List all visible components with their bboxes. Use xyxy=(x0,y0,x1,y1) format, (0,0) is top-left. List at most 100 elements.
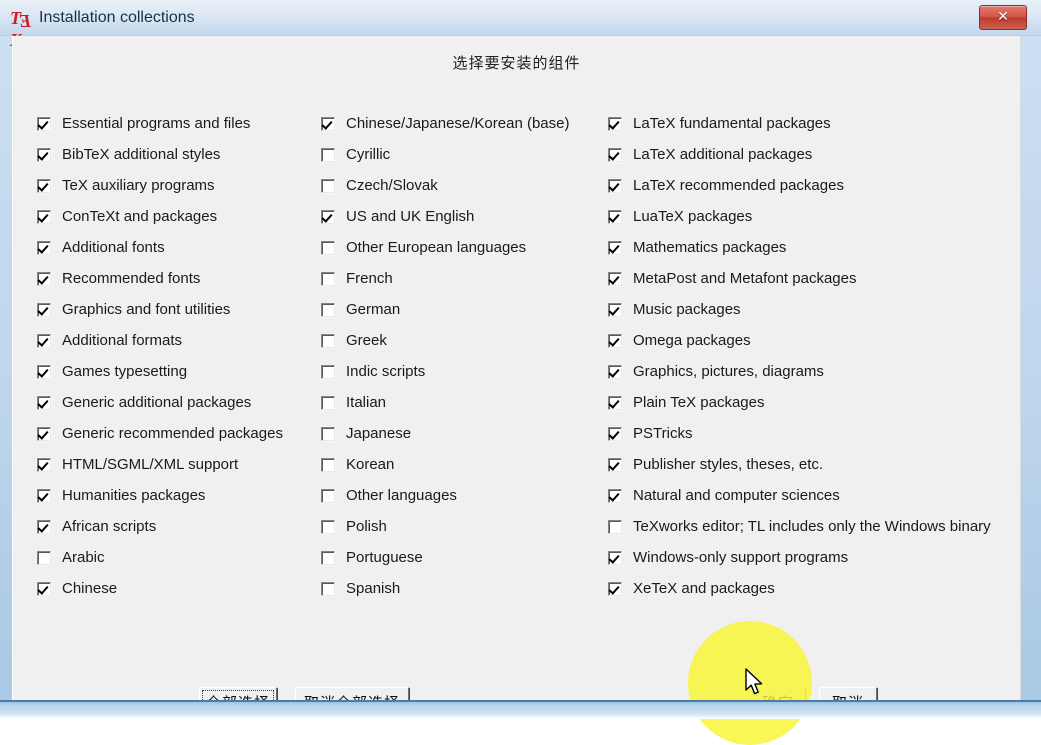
collection-checkbox-row[interactable]: Graphics, pictures, diagrams xyxy=(608,356,1008,387)
collection-checkbox-row[interactable]: African scripts xyxy=(37,511,325,542)
collection-checkbox-row[interactable]: Publisher styles, theses, etc. xyxy=(608,449,1008,480)
checkbox-checked-icon[interactable] xyxy=(608,271,622,286)
checkbox-checked-icon[interactable] xyxy=(608,364,622,379)
checkbox-checked-icon[interactable] xyxy=(37,240,51,255)
checkbox-checked-icon[interactable] xyxy=(608,240,622,255)
collection-checkbox-row[interactable]: Indic scripts xyxy=(321,356,611,387)
checkbox-unchecked-icon[interactable] xyxy=(321,488,335,503)
checkbox-checked-icon[interactable] xyxy=(321,209,335,224)
collection-checkbox-row[interactable]: Mathematics packages xyxy=(608,232,1008,263)
collection-checkbox-row[interactable]: Other European languages xyxy=(321,232,611,263)
collection-checkbox-row[interactable]: Natural and computer sciences xyxy=(608,480,1008,511)
checkbox-checked-icon[interactable] xyxy=(608,395,622,410)
collection-checkbox-row[interactable]: LaTeX fundamental packages xyxy=(608,108,1008,139)
collection-checkbox-row[interactable]: German xyxy=(321,294,611,325)
checkbox-checked-icon[interactable] xyxy=(321,116,335,131)
collection-checkbox-row[interactable]: Polish xyxy=(321,511,611,542)
collection-checkbox-row[interactable]: Cyrillic xyxy=(321,139,611,170)
collection-checkbox-row[interactable]: Graphics and font utilities xyxy=(37,294,325,325)
collection-checkbox-row[interactable]: Spanish xyxy=(321,573,611,604)
collection-checkbox-row[interactable]: Plain TeX packages xyxy=(608,387,1008,418)
collection-checkbox-row[interactable]: ConTeXt and packages xyxy=(37,201,325,232)
checkbox-unchecked-icon[interactable] xyxy=(321,550,335,565)
checkbox-checked-icon[interactable] xyxy=(37,271,51,286)
collection-checkbox-row[interactable]: Chinese/Japanese/Korean (base) xyxy=(321,108,611,139)
checkbox-checked-icon[interactable] xyxy=(608,178,622,193)
collection-checkbox-row[interactable]: Additional fonts xyxy=(37,232,325,263)
checkbox-checked-icon[interactable] xyxy=(608,116,622,131)
checkbox-checked-icon[interactable] xyxy=(37,116,51,131)
collection-checkbox-row[interactable]: Other languages xyxy=(321,480,611,511)
checkbox-checked-icon[interactable] xyxy=(37,395,51,410)
checkbox-unchecked-icon[interactable] xyxy=(321,364,335,379)
checkbox-checked-icon[interactable] xyxy=(37,457,51,472)
collection-checkbox-row[interactable]: US and UK English xyxy=(321,201,611,232)
collection-checkbox-row[interactable]: Additional formats xyxy=(37,325,325,356)
checkbox-checked-icon[interactable] xyxy=(608,302,622,317)
collection-checkbox-row[interactable]: XeTeX and packages xyxy=(608,573,1008,604)
checkbox-unchecked-icon[interactable] xyxy=(321,178,335,193)
collection-checkbox-row[interactable]: Chinese xyxy=(37,573,325,604)
checkbox-checked-icon[interactable] xyxy=(608,550,622,565)
collection-checkbox-row[interactable]: Essential programs and files xyxy=(37,108,325,139)
checkbox-unchecked-icon[interactable] xyxy=(608,519,622,534)
checkbox-unchecked-icon[interactable] xyxy=(321,426,335,441)
checkbox-checked-icon[interactable] xyxy=(608,457,622,472)
collection-checkbox-row[interactable]: Italian xyxy=(321,387,611,418)
collection-checkbox-row[interactable]: Japanese xyxy=(321,418,611,449)
checkbox-checked-icon[interactable] xyxy=(37,209,51,224)
checkbox-checked-icon[interactable] xyxy=(37,581,51,596)
collection-checkbox-row[interactable]: MetaPost and Metafont packages xyxy=(608,263,1008,294)
checkbox-unchecked-icon[interactable] xyxy=(321,240,335,255)
checkbox-checked-icon[interactable] xyxy=(608,209,622,224)
collection-label: Music packages xyxy=(633,301,741,318)
checkbox-unchecked-icon[interactable] xyxy=(321,302,335,317)
collection-checkbox-row[interactable]: French xyxy=(321,263,611,294)
collection-checkbox-row[interactable]: Arabic xyxy=(37,542,325,573)
collection-checkbox-row[interactable]: BibTeX additional styles xyxy=(37,139,325,170)
checkbox-checked-icon[interactable] xyxy=(37,333,51,348)
window-titlebar[interactable]: TEX Installation collections ✕ xyxy=(0,0,1041,50)
checkbox-checked-icon[interactable] xyxy=(37,426,51,441)
collection-checkbox-row[interactable]: TeX auxiliary programs xyxy=(37,170,325,201)
checkbox-checked-icon[interactable] xyxy=(37,519,51,534)
collection-checkbox-row[interactable]: TeXworks editor; TL includes only the Wi… xyxy=(608,511,1008,542)
collection-checkbox-row[interactable]: Generic additional packages xyxy=(37,387,325,418)
collection-label: Other European languages xyxy=(346,239,527,256)
collection-checkbox-row[interactable]: Generic recommended packages xyxy=(37,418,325,449)
collection-checkbox-row[interactable]: Humanities packages xyxy=(37,480,325,511)
checkbox-unchecked-icon[interactable] xyxy=(321,457,335,472)
collection-checkbox-row[interactable]: LaTeX additional packages xyxy=(608,139,1008,170)
checkbox-checked-icon[interactable] xyxy=(608,488,622,503)
collection-checkbox-row[interactable]: Games typesetting xyxy=(37,356,325,387)
checkbox-checked-icon[interactable] xyxy=(608,333,622,348)
checkbox-unchecked-icon[interactable] xyxy=(37,550,51,565)
collection-checkbox-row[interactable]: Omega packages xyxy=(608,325,1008,356)
collection-checkbox-row[interactable]: HTML/SGML/XML support xyxy=(37,449,325,480)
checkbox-checked-icon[interactable] xyxy=(37,302,51,317)
collection-checkbox-row[interactable]: Windows-only support programs xyxy=(608,542,1008,573)
collection-checkbox-row[interactable]: PSTricks xyxy=(608,418,1008,449)
checkbox-checked-icon[interactable] xyxy=(37,147,51,162)
collection-checkbox-row[interactable]: Czech/Slovak xyxy=(321,170,611,201)
checkbox-checked-icon[interactable] xyxy=(608,147,622,162)
checkbox-unchecked-icon[interactable] xyxy=(321,147,335,162)
collection-checkbox-row[interactable]: Greek xyxy=(321,325,611,356)
collection-checkbox-row[interactable]: LaTeX recommended packages xyxy=(608,170,1008,201)
checkbox-checked-icon[interactable] xyxy=(608,581,622,596)
checkbox-checked-icon[interactable] xyxy=(37,178,51,193)
close-button[interactable]: ✕ xyxy=(979,5,1027,30)
checkbox-checked-icon[interactable] xyxy=(37,364,51,379)
checkbox-unchecked-icon[interactable] xyxy=(321,519,335,534)
checkbox-checked-icon[interactable] xyxy=(37,488,51,503)
collection-checkbox-row[interactable]: Music packages xyxy=(608,294,1008,325)
checkbox-checked-icon[interactable] xyxy=(608,426,622,441)
checkbox-unchecked-icon[interactable] xyxy=(321,271,335,286)
checkbox-unchecked-icon[interactable] xyxy=(321,395,335,410)
collection-checkbox-row[interactable]: Portuguese xyxy=(321,542,611,573)
checkbox-unchecked-icon[interactable] xyxy=(321,581,335,596)
collection-checkbox-row[interactable]: Korean xyxy=(321,449,611,480)
collection-checkbox-row[interactable]: Recommended fonts xyxy=(37,263,325,294)
checkbox-unchecked-icon[interactable] xyxy=(321,333,335,348)
collection-checkbox-row[interactable]: LuaTeX packages xyxy=(608,201,1008,232)
